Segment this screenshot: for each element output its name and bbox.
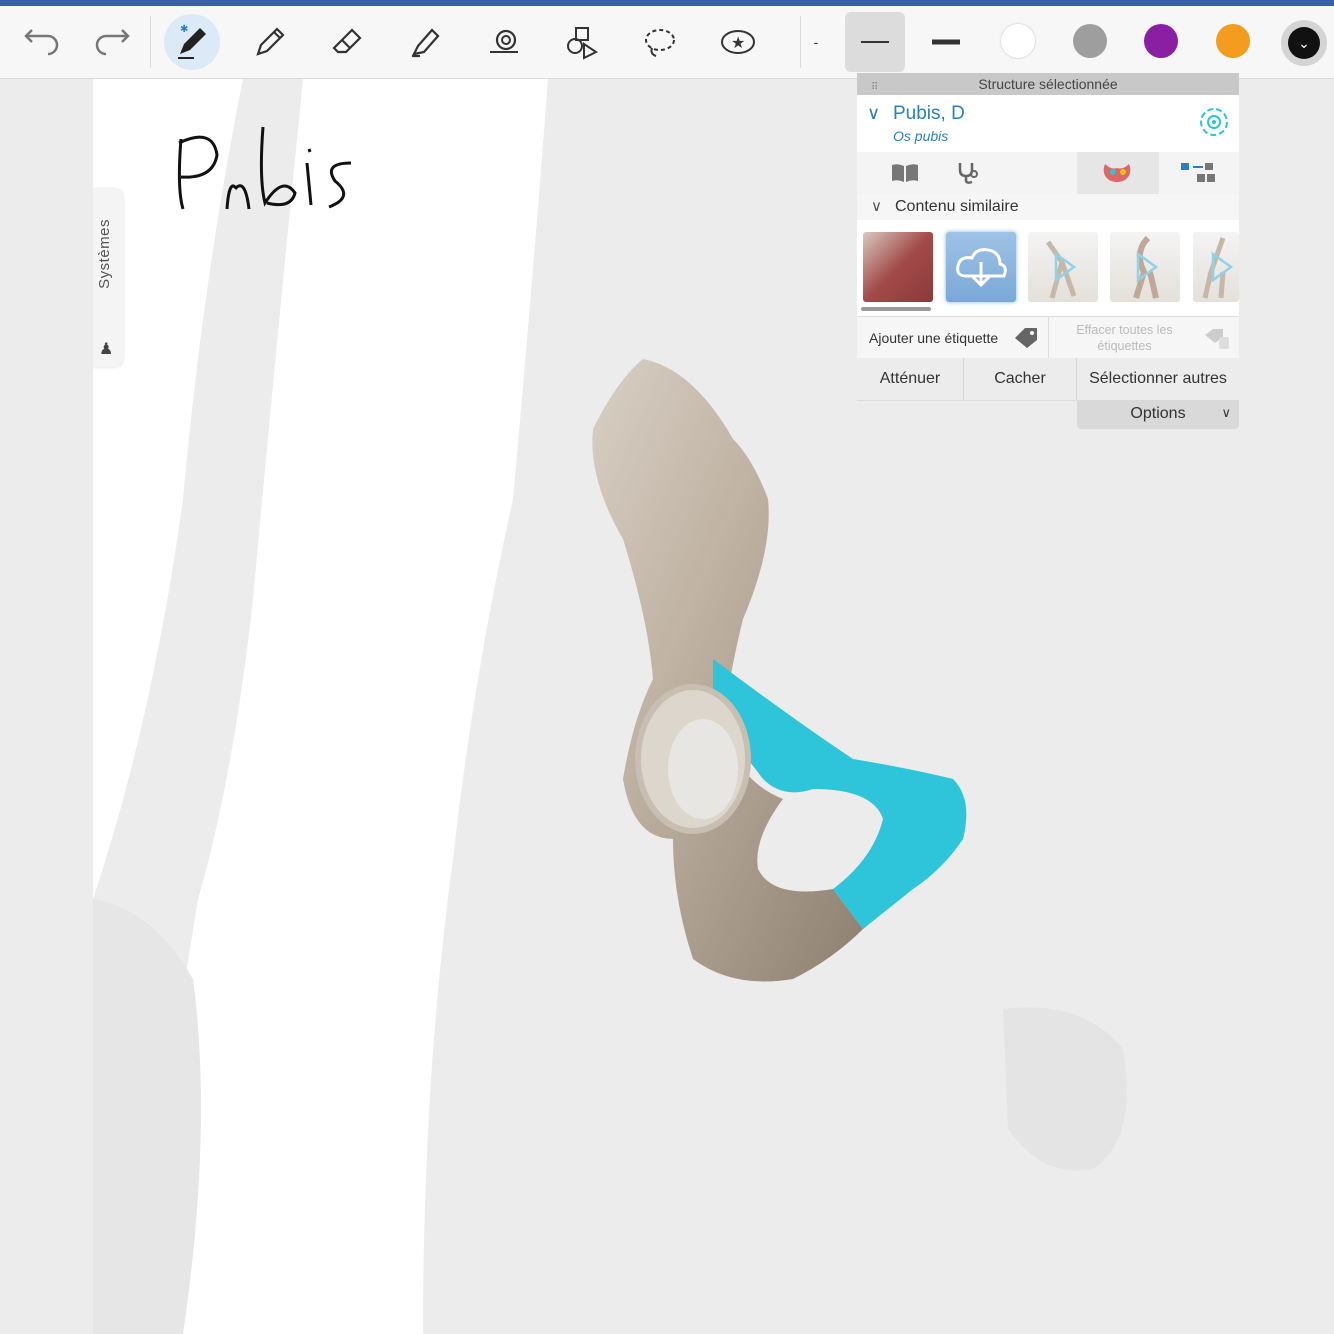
tab-layers[interactable] [1159, 152, 1239, 194]
sticker-icon: ★ [721, 30, 755, 54]
color-swatch-white[interactable] [1001, 24, 1035, 58]
structure-latin-name: Os pubis [893, 128, 949, 144]
shape-tool-button[interactable] [476, 14, 532, 70]
svg-text:✱: ✱ [180, 24, 188, 35]
chevron-down-icon[interactable]: ∨ [867, 103, 880, 124]
stethoscope-icon [958, 163, 978, 184]
thumbnail-pelvis-muscles[interactable] [863, 232, 933, 302]
dim-button[interactable]: Atténuer [857, 358, 964, 400]
thumbnail-scrollbar[interactable] [861, 307, 931, 311]
undo-icon [24, 29, 59, 56]
clear-tags-icon[interactable] [1203, 327, 1233, 351]
person-icon: ♟ [99, 341, 114, 358]
systems-label: Systèmes [96, 219, 113, 289]
similar-content-thumbnails [857, 220, 1239, 316]
layers-icon [1181, 163, 1215, 182]
structure-name: Pubis, D [893, 103, 965, 124]
color-picker-button[interactable]: ⌄ [1281, 20, 1327, 66]
label-actions-row: Ajouter une étiquette Effacer toutes les… [857, 316, 1239, 360]
panel-tabs [857, 152, 1239, 195]
redo-button[interactable] [84, 14, 140, 70]
add-label-button[interactable]: Ajouter une étiquette [869, 330, 998, 346]
line-medium-icon [861, 41, 889, 43]
color-swatch-orange[interactable] [1216, 24, 1250, 58]
lasso-icon [645, 29, 675, 57]
structure-row[interactable]: ∨ Pubis, D Os pubis [857, 95, 1239, 153]
tab-similar-structures[interactable] [1077, 152, 1159, 194]
options-button[interactable]: Options ∨ [1077, 400, 1239, 429]
panel-header[interactable]: ⠿ Structure sélectionnée [857, 73, 1239, 95]
toolbar-divider [150, 16, 151, 68]
options-label: Options [1130, 405, 1186, 422]
thumbnail-video-2[interactable] [1110, 232, 1180, 302]
redo-icon [95, 29, 130, 56]
color-swatch-gray[interactable] [1073, 24, 1107, 58]
focus-target-icon[interactable] [1197, 105, 1231, 139]
shapes-tool-button[interactable] [554, 14, 610, 70]
canvas-margin-left [0, 79, 93, 1334]
thickness-thick-button[interactable] [918, 14, 974, 70]
highlighter-icon [412, 28, 440, 58]
line-thick-icon [932, 39, 960, 45]
undo-button[interactable] [14, 14, 70, 70]
play-icon [1202, 237, 1234, 299]
hide-button[interactable]: Cacher [964, 358, 1077, 400]
selected-structure-panel: ⠿ Structure sélectionnée ∨ Pubis, D Os p… [857, 73, 1239, 429]
shape-icon [490, 29, 518, 53]
systems-tab[interactable]: Systèmes ♟ [93, 189, 123, 367]
play-icon [1045, 240, 1077, 299]
select-others-button[interactable]: Sélectionner autres [1077, 358, 1239, 400]
eraser-icon [332, 28, 362, 54]
thumbnail-download[interactable] [946, 232, 1016, 302]
chevron-down-icon: ∨ [871, 198, 882, 215]
canvas-margin-right [1239, 79, 1334, 1334]
svg-text:★: ★ [731, 35, 745, 52]
structure-actions: Atténuer Cacher Sélectionner autres [857, 358, 1239, 401]
play-icon [1133, 235, 1159, 299]
highlighter-tool-button[interactable] [398, 14, 454, 70]
pen-icon: ✱ [178, 24, 206, 59]
tab-clinical[interactable] [922, 152, 1012, 194]
pelvis-icon [1103, 164, 1131, 182]
book-icon [891, 164, 918, 182]
similar-content-header[interactable]: ∨ Contenu similaire [857, 194, 1239, 221]
cloud-download-icon [956, 248, 1007, 288]
thickness-medium-button[interactable] [845, 12, 905, 72]
similar-content-label: Contenu similaire [895, 198, 1019, 215]
drawing-toolbar: ✱ ★ - ⌄ [0, 6, 1334, 79]
eraser-tool-button[interactable] [320, 14, 376, 70]
thumbnail-video-3[interactable] [1193, 232, 1239, 302]
pencil-tool-button[interactable] [242, 14, 298, 70]
thickness-thin-button[interactable]: - [798, 14, 834, 70]
thumbnail-video-1[interactable] [1028, 232, 1098, 302]
tag-icon[interactable] [1013, 326, 1041, 350]
chevron-down-icon: ∨ [1221, 405, 1231, 420]
lasso-tool-button[interactable] [632, 14, 688, 70]
color-swatch-purple[interactable] [1144, 24, 1178, 58]
shapes-icon [567, 27, 598, 60]
pencil-icon [256, 27, 285, 56]
divider [1048, 317, 1049, 359]
pen-tool-button[interactable]: ✱ [164, 14, 220, 70]
panel-title: Structure sélectionnée [978, 76, 1118, 92]
sticker-tool-button[interactable]: ★ [710, 14, 766, 70]
clear-labels-button[interactable]: Effacer toutes les étiquettes [1057, 322, 1192, 354]
chevron-down-icon: ⌄ [1288, 27, 1320, 59]
thickness-thin-label: - [813, 34, 819, 50]
